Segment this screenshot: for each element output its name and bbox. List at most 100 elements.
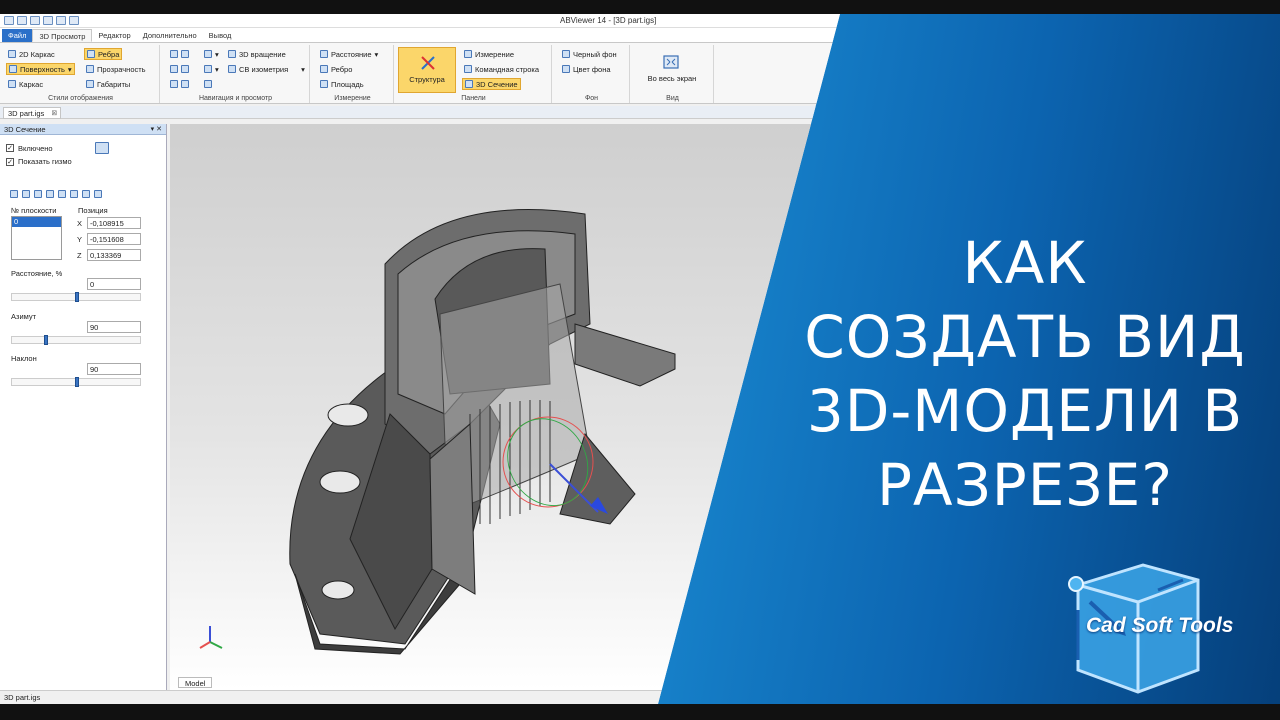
measurement-icon (464, 50, 472, 58)
close-icon[interactable]: ⊠ (51, 109, 57, 117)
tab-output[interactable]: Вывод (203, 29, 238, 42)
bg-color-button[interactable]: Цвет фона (560, 63, 613, 75)
azimuth-input[interactable]: 90 (87, 321, 141, 333)
tilt-slider[interactable] (11, 377, 141, 387)
y-label: Y (77, 235, 83, 244)
tab-advanced[interactable]: Дополнительно (137, 29, 203, 42)
flip-plane-icon[interactable] (46, 190, 54, 198)
status-bar: 3D part.igs (0, 690, 840, 704)
checkbox-checked-icon: ✓ (6, 144, 14, 152)
edge-measure-button[interactable]: Ребро (318, 63, 354, 75)
edge-measure-label: Ребро (331, 64, 353, 74)
pin-icon[interactable]: ▾ ✕ (151, 125, 162, 133)
wireframe-button[interactable]: Каркас (6, 78, 45, 90)
align-plane-icon[interactable] (70, 190, 78, 198)
tilt-slider-thumb[interactable] (75, 377, 79, 387)
tab-3d-view[interactable]: 3D Просмотр (32, 29, 93, 42)
fullscreen-icon (663, 55, 679, 69)
export-plane-icon[interactable] (82, 190, 90, 198)
zoom-plane-icon[interactable] (34, 190, 42, 198)
plane-toolbar (10, 190, 102, 198)
group-navigation: ▾ ▾ 3D вращение СВ изометрия ▾ Навигация … (162, 45, 310, 103)
window-title: ABViewer 14 - [3D part.igs] (560, 16, 657, 25)
edge-measure-icon (320, 65, 328, 73)
measurement-panel-button[interactable]: Измерение (462, 48, 516, 60)
undo-icon[interactable] (56, 16, 66, 25)
view-bottom-button[interactable] (168, 78, 191, 90)
view-bottom-icon (170, 80, 178, 88)
tab-editor[interactable]: Редактор (92, 29, 136, 42)
plane-listbox[interactable]: 0 (11, 216, 62, 260)
surface-dropdown[interactable]: Поверхность ▾ (6, 63, 75, 75)
command-line-button[interactable]: Командная строка (462, 63, 541, 75)
tab-file[interactable]: Файл (2, 29, 33, 42)
y-position-input[interactable]: -0,151608 (87, 233, 141, 245)
command-line-icon (464, 65, 472, 73)
x-position-input[interactable]: -0,108915 (87, 217, 141, 229)
delete-plane-icon[interactable] (22, 190, 30, 198)
ribbon: 2D Каркас Ребра Поверхность ▾ Прозрачност… (0, 42, 840, 104)
tilt-label: Наклон (11, 354, 37, 363)
structure-button[interactable]: Структура (398, 47, 456, 93)
group-background: Черный фон Цвет фона Фон (554, 45, 630, 103)
chevron-down-icon: ▾ (301, 64, 305, 74)
open-icon[interactable] (30, 16, 40, 25)
headline-line-1: КАК (962, 229, 1088, 297)
view-side-button[interactable] (168, 63, 191, 75)
group-display-styles: 2D Каркас Ребра Поверхность ▾ Прозрачност… (2, 45, 160, 103)
wireframe-2d-icon (8, 50, 16, 58)
pick-plane-icon[interactable] (94, 142, 109, 154)
dimensions-button[interactable]: Габариты (84, 78, 132, 90)
save-plane-icon[interactable] (94, 190, 102, 198)
move-plane-icon[interactable] (58, 190, 66, 198)
zoom-out-button[interactable]: ▾ (202, 63, 221, 75)
wireframe-2d-button[interactable]: 2D Каркас (6, 48, 57, 60)
3d-viewport[interactable]: Model (170, 124, 840, 690)
black-bg-label: Черный фон (573, 49, 617, 59)
azimuth-slider-thumb[interactable] (44, 335, 48, 345)
view-front-button[interactable] (168, 48, 191, 60)
save-icon[interactable] (43, 16, 53, 25)
rotation-3d-button[interactable]: 3D вращение (226, 48, 288, 60)
wireframe-2d-label: 2D Каркас (19, 49, 55, 59)
area-button[interactable]: Площадь (318, 78, 366, 90)
distance-dropdown[interactable]: Расстояние ▾ (318, 48, 380, 60)
distance-slider[interactable] (11, 292, 141, 302)
enabled-label: Включено (18, 143, 53, 153)
edges-button[interactable]: Ребра (84, 48, 123, 60)
rotation-3d-icon (228, 50, 236, 58)
zoom-fit-button[interactable] (202, 78, 214, 90)
section-3d-button[interactable]: 3D Сечение (462, 78, 521, 90)
flange-hole (327, 403, 369, 427)
show-gizmo-checkbox[interactable]: ✓ Показать гизмо (6, 157, 72, 166)
iso-view-icon (228, 65, 236, 73)
distance-input[interactable]: 0 (87, 278, 141, 290)
group-label-view: Вид (666, 95, 679, 102)
transparency-button[interactable]: Прозрачность (84, 63, 148, 75)
distance-slider-thumb[interactable] (75, 292, 79, 302)
fullscreen-button[interactable]: Во весь экран (642, 47, 702, 93)
z-position-input[interactable]: 0,133369 (87, 249, 141, 261)
zoom-out-icon (204, 65, 212, 73)
distance-icon (320, 50, 328, 58)
redo-icon[interactable] (69, 16, 79, 25)
view-front-icon (170, 50, 178, 58)
black-bg-button[interactable]: Черный фон (560, 48, 619, 60)
app-icon[interactable] (4, 16, 14, 25)
model-tab[interactable]: Model (178, 677, 213, 688)
enabled-checkbox[interactable]: ✓ Включено (6, 142, 109, 154)
new-icon[interactable] (17, 16, 27, 25)
document-tab[interactable]: 3D part.igs ⊠ (3, 107, 62, 119)
azimuth-slider[interactable] (11, 335, 141, 345)
document-tab-label: 3D part.igs (8, 109, 45, 118)
zoom-in-button[interactable]: ▾ (202, 48, 221, 60)
iso-view-dropdown[interactable]: СВ изометрия ▾ (226, 63, 307, 75)
group-view: Во весь экран Вид (632, 45, 714, 103)
plane-list-item[interactable]: 0 (12, 217, 61, 227)
structure-label: Структура (409, 75, 445, 84)
add-plane-icon[interactable] (10, 190, 18, 198)
tilt-input[interactable]: 90 (87, 363, 141, 375)
edges-icon (87, 50, 95, 58)
distance-label: Расстояние, % (11, 269, 63, 278)
x-label: X (77, 219, 83, 228)
